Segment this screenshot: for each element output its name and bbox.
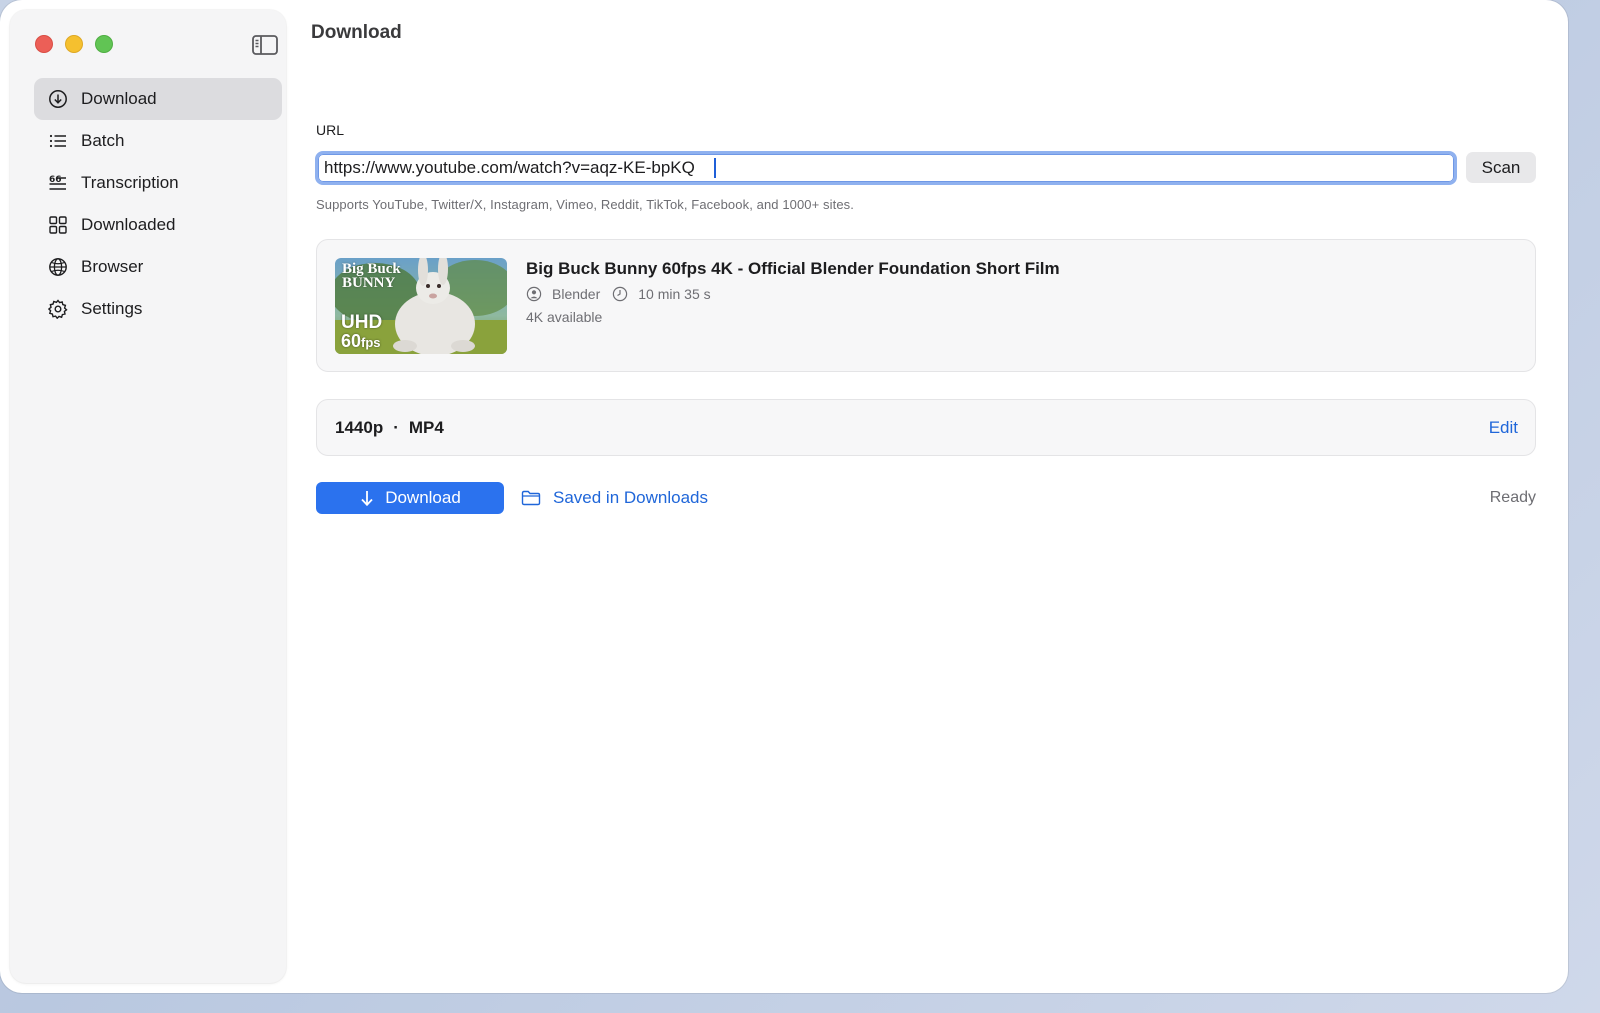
folder-icon <box>521 490 541 506</box>
gear-icon <box>48 299 68 319</box>
list-icon <box>48 131 68 151</box>
download-button-label: Download <box>385 488 461 507</box>
clock-icon <box>612 286 628 302</box>
sidebar-item-downloaded[interactable]: Downloaded <box>34 204 282 246</box>
main-content: Download URL Scan Supports YouTube, Twit… <box>286 0 1568 993</box>
sidebar-toggle-icon[interactable] <box>251 34 279 56</box>
url-label: URL <box>316 122 345 138</box>
format-resolution: 1440p <box>335 418 384 437</box>
url-input[interactable] <box>315 151 1457 185</box>
sidebar: Download Batch 66 Transcription Download… <box>10 10 286 983</box>
minimize-window-button[interactable] <box>65 35 83 53</box>
video-meta: Blender 10 min 35 s <box>526 286 723 302</box>
arrow-down-icon <box>359 489 375 507</box>
transcription-icon: 66 <box>48 173 68 193</box>
status-text: Ready <box>1489 489 1536 506</box>
thumbnail-title: Big Buck BUNNY <box>342 261 401 291</box>
download-circle-icon <box>48 89 68 109</box>
maximize-window-button[interactable] <box>95 35 113 53</box>
sidebar-item-label: Browser <box>81 257 144 276</box>
sidebar-item-label: Batch <box>81 131 125 150</box>
download-button[interactable]: Download <box>316 482 504 514</box>
video-channel: Blender <box>552 286 601 302</box>
video-info-card: Big Buck BUNNY UHD 60fps Big Buck Bunny … <box>316 239 1536 372</box>
video-duration: 10 min 35 s <box>638 286 711 302</box>
sidebar-item-label: Transcription <box>81 173 179 192</box>
sidebar-item-download[interactable]: Download <box>34 78 282 120</box>
sidebar-nav: Download Batch 66 Transcription Download… <box>34 78 282 330</box>
saved-location-link[interactable]: Saved in Downloads <box>521 488 708 508</box>
sidebar-item-transcription[interactable]: 66 Transcription <box>34 162 282 204</box>
sidebar-item-browser[interactable]: Browser <box>34 246 282 288</box>
person-icon <box>526 286 542 302</box>
scan-button[interactable]: Scan <box>1466 152 1536 183</box>
close-window-button[interactable] <box>35 35 53 53</box>
grid-icon <box>48 215 68 235</box>
video-availability: 4K available <box>526 309 603 325</box>
format-container: MP4 <box>408 418 444 437</box>
app-window: Download Batch 66 Transcription Download… <box>0 0 1568 993</box>
sidebar-item-label: Download <box>81 89 157 108</box>
globe-icon <box>48 257 68 277</box>
thumbnail-badge: UHD 60fps <box>341 312 383 351</box>
format-card: 1440p · MP4 Edit <box>316 399 1536 456</box>
sidebar-item-settings[interactable]: Settings <box>34 288 282 330</box>
video-title: Big Buck Bunny 60fps 4K - Official Blend… <box>526 259 1060 278</box>
sidebar-item-label: Settings <box>81 299 143 318</box>
format-separator: · <box>393 418 399 437</box>
supported-sites-hint: Supports YouTube, Twitter/X, Instagram, … <box>316 197 854 212</box>
video-thumbnail: Big Buck BUNNY UHD 60fps <box>335 258 507 354</box>
text-caret <box>714 158 716 178</box>
saved-location-label: Saved in Downloads <box>553 488 708 507</box>
sidebar-item-batch[interactable]: Batch <box>34 120 282 162</box>
edit-format-button[interactable]: Edit <box>1489 418 1518 438</box>
page-title: Download <box>311 22 402 43</box>
sidebar-item-label: Downloaded <box>81 215 176 234</box>
format-summary: 1440p · MP4 <box>335 418 444 438</box>
